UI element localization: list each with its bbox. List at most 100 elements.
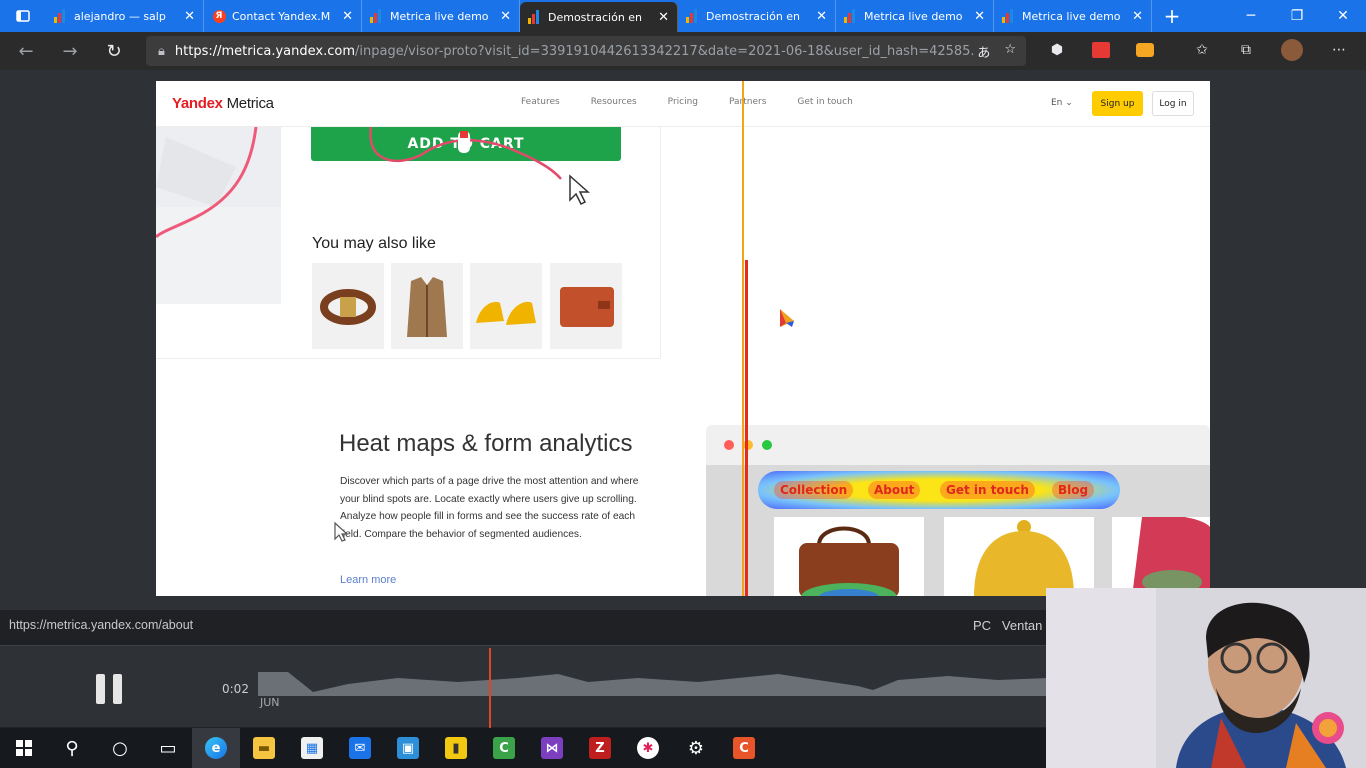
shoes-icon [476, 301, 536, 325]
metrica-chart-icon [54, 9, 68, 23]
close-icon[interactable]: ✕ [342, 9, 353, 24]
language-select[interactable]: En ⌄ [1051, 98, 1073, 108]
browser-tab[interactable]: Metrica live demo ✕ [362, 0, 520, 32]
product-photo-icon [156, 126, 281, 239]
vest-icon [407, 277, 447, 337]
nav-resources[interactable]: Resources [591, 97, 637, 107]
file-explorer-icon[interactable]: ▬ [240, 728, 288, 768]
windows-start-icon[interactable] [0, 728, 48, 768]
screen: alejandro — salp ✕ Я Contact Yandex.M ✕ … [0, 0, 1366, 768]
signup-button[interactable]: Sign up [1092, 91, 1143, 116]
belt-icon [320, 289, 376, 325]
learn-more-link[interactable]: Learn more [340, 574, 396, 586]
pause-bar-left [96, 674, 105, 704]
bag-icon [799, 526, 899, 596]
tab-title: Metrica live demo [864, 9, 963, 23]
collections-icon[interactable]: ⧉ [1234, 38, 1258, 62]
browser-tab[interactable]: alejandro — salp ✕ [46, 0, 204, 32]
restore-button[interactable]: ❐ [1274, 0, 1320, 32]
remote-desktop-icon[interactable]: ▣ [384, 728, 432, 768]
profile-avatar[interactable] [1280, 38, 1304, 62]
playhead[interactable] [489, 648, 491, 728]
jacket-icon [1132, 515, 1210, 596]
window-label: Ventan [1001, 618, 1043, 633]
thumb-wallet[interactable] [550, 263, 622, 349]
cortana-icon[interactable]: ○ [96, 728, 144, 768]
thumb-shoes[interactable] [470, 263, 542, 349]
lock-icon: 🔒︎ [158, 43, 165, 59]
heatmap-item-jacket [1112, 515, 1210, 596]
back-button[interactable]: ← [4, 41, 48, 62]
visual-studio-icon[interactable]: ⋈ [528, 728, 576, 768]
device-type: PC [973, 618, 992, 633]
nav-partners[interactable]: Partners [729, 97, 766, 107]
favorites-icon[interactable]: ✩ [1190, 38, 1214, 62]
thumb-belt[interactable] [312, 263, 384, 349]
close-icon[interactable]: ✕ [500, 9, 511, 24]
close-window-button[interactable]: ✕ [1320, 0, 1366, 32]
browser-tab-strip: alejandro — salp ✕ Я Contact Yandex.M ✕ … [0, 0, 1366, 32]
camtasia-icon[interactable]: C [480, 728, 528, 768]
orange-extension-icon[interactable] [1133, 38, 1157, 62]
close-icon[interactable]: ✕ [816, 9, 827, 24]
tab-title: Demostración en [548, 10, 643, 24]
task-view-icon[interactable]: ▭ [144, 728, 192, 768]
heatmap-item-hat [944, 517, 1094, 596]
hat-icon [974, 520, 1074, 596]
browser-tab[interactable]: Я Contact Yandex.M ✕ [204, 0, 362, 32]
browser-tab[interactable]: Metrica live demo ✕ [836, 0, 994, 32]
pause-button[interactable] [96, 674, 124, 704]
metrica-chart-icon [370, 9, 384, 23]
store-icon[interactable]: ▦ [288, 728, 336, 768]
nav-get-in-touch[interactable]: Get in touch [797, 97, 852, 107]
login-button[interactable]: Log in [1152, 91, 1194, 116]
more-menu-icon[interactable]: ⋯ [1327, 38, 1351, 62]
logo-yandex: Yandex [172, 95, 223, 112]
metrica-chart-icon [686, 9, 700, 23]
tab-actions-icon[interactable] [0, 0, 46, 32]
red-extension-icon[interactable] [1089, 38, 1113, 62]
activity-timeline[interactable] [258, 668, 1048, 700]
product-card: ADD TO CART You may also like [156, 126, 661, 359]
pause-bar-right [113, 674, 122, 704]
power-bi-icon[interactable]: ▮ [432, 728, 480, 768]
site-nav: Features Resources Pricing Partners Get … [521, 97, 853, 107]
red-dot-icon [724, 440, 734, 450]
browser-tab-active[interactable]: Demostración en ✕ [520, 2, 678, 32]
slack-icon[interactable]: ✱ [624, 728, 672, 768]
metrica-chart-icon [1002, 9, 1016, 23]
settings-icon[interactable]: ⚙ [672, 728, 720, 768]
browser-tab[interactable]: Demostración en ✕ [678, 0, 836, 32]
heatmap-preview-window: Collection About Get in touch Blog [706, 425, 1210, 596]
feature-title: Heat maps & form analytics [339, 430, 633, 457]
translate-icon[interactable]: あ [977, 42, 990, 61]
cursor-icon [334, 521, 349, 542]
yandex-metrica-logo[interactable]: Yandex Metrica [172, 95, 274, 112]
wallet-icon [560, 287, 614, 327]
search-icon[interactable]: ⚲ [48, 728, 96, 768]
address-bar[interactable]: 🔒︎ https://metrica.yandex.com /inpage/vi… [146, 36, 1026, 66]
heatmap-label-get-in-touch: Get in touch [940, 481, 1035, 499]
reload-button[interactable]: ↻ [92, 41, 136, 62]
camtasia-recorder-icon[interactable]: C [720, 728, 768, 768]
mouse-trail [369, 127, 562, 180]
close-icon[interactable]: ✕ [184, 9, 195, 24]
thumb-vest[interactable] [391, 263, 463, 349]
nav-features[interactable]: Features [521, 97, 560, 107]
edge-icon[interactable]: e [192, 728, 240, 768]
close-icon[interactable]: ✕ [974, 9, 985, 24]
nav-pricing[interactable]: Pricing [668, 97, 698, 107]
filezilla-icon[interactable]: Z [576, 728, 624, 768]
mail-icon[interactable]: ✉ [336, 728, 384, 768]
new-tab-button[interactable]: + [1152, 0, 1192, 32]
browser-tab[interactable]: Metrica live demo ✕ [994, 0, 1152, 32]
close-icon[interactable]: ✕ [658, 10, 669, 25]
recorded-page: Yandex Metrica Features Resources Pricin… [156, 81, 1210, 596]
forward-button[interactable]: → [48, 41, 92, 62]
tab-title: Contact Yandex.M [232, 9, 331, 23]
browser-toolbar: ← → ↻ 🔒︎ https://metrica.yandex.com /inp… [0, 32, 1366, 70]
close-icon[interactable]: ✕ [1132, 9, 1143, 24]
minimize-button[interactable]: ─ [1228, 0, 1274, 32]
favorite-icon[interactable]: ☆ [1004, 42, 1016, 61]
shield-extension-icon[interactable]: ⬢ [1045, 38, 1069, 62]
